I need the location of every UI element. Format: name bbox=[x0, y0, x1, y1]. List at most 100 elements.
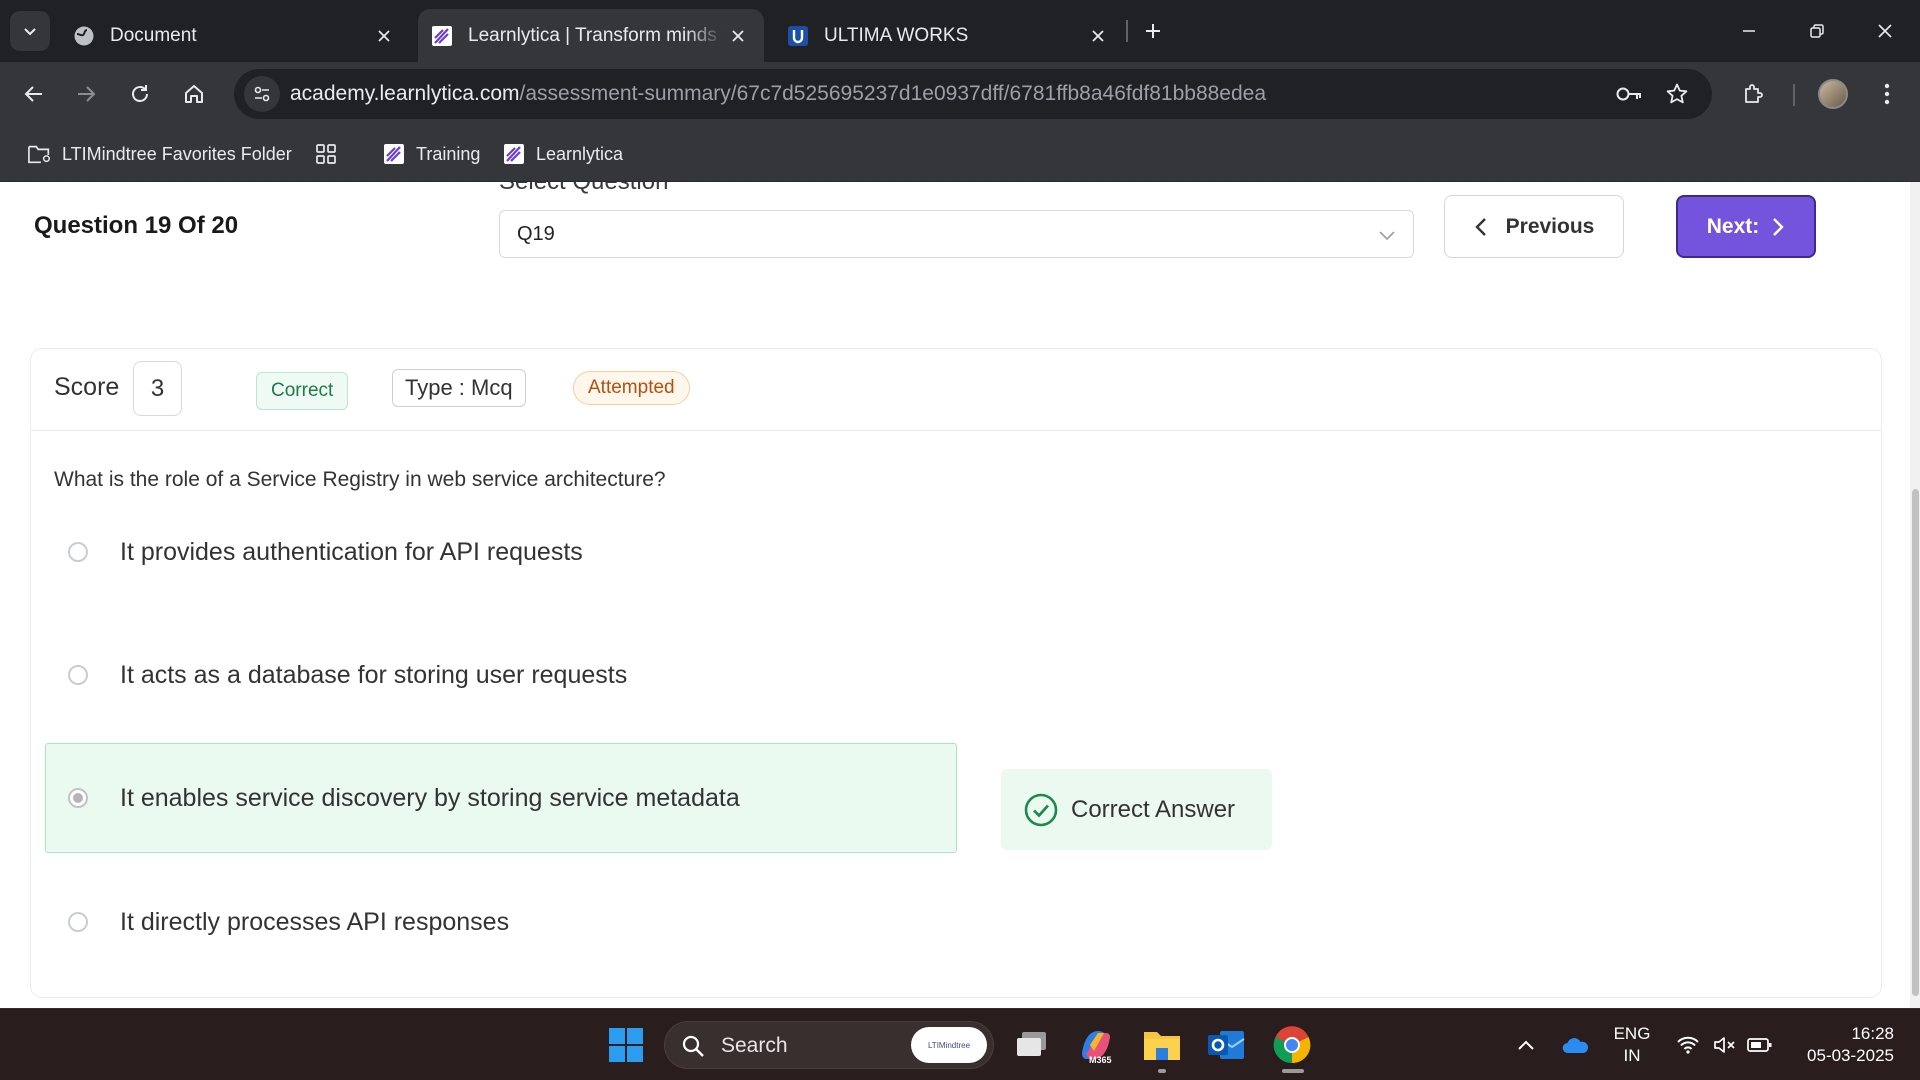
battery-status[interactable] bbox=[1744, 1009, 1776, 1080]
folder-icon bbox=[1144, 1032, 1180, 1060]
system-clock[interactable]: 16:28 05-03-2025 bbox=[1794, 1023, 1894, 1067]
active-app-indicator bbox=[1282, 1069, 1304, 1073]
close-tab-icon[interactable] bbox=[1084, 22, 1112, 50]
url-path: /assessment-summary/67c7d525695237d1e093… bbox=[519, 82, 1267, 105]
question-select-value: Q19 bbox=[517, 223, 555, 245]
restore-icon bbox=[1810, 24, 1824, 38]
file-explorer-button[interactable] bbox=[1138, 1021, 1186, 1069]
battery-icon bbox=[1747, 1038, 1772, 1052]
radio-button-selected[interactable] bbox=[68, 788, 88, 808]
bookmark-training[interactable]: Training bbox=[382, 138, 480, 170]
question-card: Score 3 Correct Type : Mcq Attempted Wha… bbox=[30, 348, 1882, 998]
score-label: Score bbox=[54, 373, 120, 401]
speaker-muted-icon bbox=[1714, 1037, 1735, 1053]
close-window-button[interactable] bbox=[1852, 0, 1918, 62]
answer-option[interactable]: It acts as a database for storing user r… bbox=[45, 620, 957, 730]
radio-button[interactable] bbox=[68, 912, 88, 932]
bookmark-label: Learnlytica bbox=[536, 143, 624, 164]
region-code: IN bbox=[1623, 1046, 1641, 1065]
bookmark-label: Training bbox=[416, 143, 481, 164]
close-icon bbox=[1878, 24, 1892, 38]
chrome-icon bbox=[1273, 1026, 1311, 1064]
browser-menu-button[interactable] bbox=[1867, 74, 1907, 114]
m365-app-button[interactable]: M365 bbox=[1072, 1021, 1120, 1069]
tab-strip: Document Learnlytica | Transform minds w… bbox=[0, 0, 1920, 62]
question-text: What is the role of a Service Registry i… bbox=[54, 468, 666, 491]
volume-status[interactable] bbox=[1708, 1009, 1740, 1080]
chevron-left-icon bbox=[1474, 217, 1486, 236]
previous-label: Previous bbox=[1505, 214, 1595, 238]
windows-logo-icon bbox=[609, 1028, 643, 1062]
bookmark-folder-ltimindtree[interactable]: LTIMindtree Favorites Folder bbox=[28, 138, 292, 170]
extensions-button[interactable] bbox=[1734, 74, 1774, 114]
wifi-icon bbox=[1677, 1036, 1699, 1054]
url-host: academy.learnlytica.com bbox=[290, 82, 520, 105]
onedrive-button[interactable] bbox=[1556, 1009, 1596, 1080]
taskbar-search[interactable]: Search LTIMindtree bbox=[664, 1021, 994, 1069]
answer-option[interactable]: It directly processes API responses bbox=[45, 867, 957, 977]
score-value: 3 bbox=[133, 361, 182, 416]
check-circle-icon bbox=[1024, 793, 1058, 826]
task-view-icon bbox=[1017, 1032, 1046, 1056]
bookmark-star-icon[interactable] bbox=[1660, 77, 1694, 111]
question-select[interactable]: Q19 bbox=[499, 210, 1414, 258]
arrow-left-icon bbox=[24, 86, 42, 102]
tab-search-button[interactable] bbox=[10, 11, 50, 51]
search-icon bbox=[682, 1035, 704, 1057]
option-text: It acts as a database for storing user r… bbox=[120, 660, 628, 689]
previous-button[interactable]: Previous bbox=[1444, 195, 1624, 258]
url-text: academy.learnlytica.com/assessment-summa… bbox=[290, 82, 1266, 106]
task-view-button[interactable] bbox=[1008, 1021, 1056, 1069]
next-label: Next: bbox=[1706, 214, 1760, 238]
new-tab-button[interactable] bbox=[1136, 14, 1170, 48]
restore-button[interactable] bbox=[1784, 0, 1850, 62]
more-vertical-icon bbox=[1884, 83, 1890, 105]
windows-taskbar: Search LTIMindtree M365 ENG IN 16:28 05-… bbox=[0, 1008, 1920, 1080]
apps-grid-icon bbox=[314, 142, 338, 166]
show-hidden-icons-button[interactable] bbox=[1508, 1009, 1544, 1080]
next-button[interactable]: Next: bbox=[1676, 195, 1816, 258]
minimize-icon bbox=[1743, 30, 1755, 32]
tab-document[interactable]: Document bbox=[60, 9, 410, 62]
apps-button[interactable] bbox=[314, 138, 348, 170]
arrow-right-icon bbox=[78, 86, 96, 102]
site-info-icon[interactable] bbox=[244, 76, 280, 112]
profile-button[interactable] bbox=[1813, 74, 1853, 114]
answer-option-selected[interactable]: It enables service discovery by storing … bbox=[45, 743, 957, 853]
input-language-button[interactable]: ENG IN bbox=[1612, 1023, 1652, 1067]
home-button[interactable] bbox=[174, 74, 214, 114]
tab-ultima-works[interactable]: ULTIMA WORKS bbox=[774, 9, 1124, 62]
reload-button[interactable] bbox=[120, 74, 160, 114]
ultima-logo-icon bbox=[786, 24, 810, 48]
chevron-right-icon bbox=[1773, 217, 1784, 236]
page-scrollbar[interactable] bbox=[1910, 182, 1920, 1008]
wifi-status[interactable] bbox=[1672, 1009, 1704, 1080]
chrome-button[interactable] bbox=[1268, 1021, 1316, 1069]
answer-option[interactable]: It provides authentication for API reque… bbox=[45, 497, 957, 607]
managed-folder-icon bbox=[28, 142, 52, 166]
option-text: It provides authentication for API reque… bbox=[120, 537, 583, 566]
bookmark-learnlytica[interactable]: Learnlytica bbox=[502, 138, 623, 170]
learnlytica-logo-icon bbox=[430, 24, 454, 48]
tab-title: Learnlytica | Transform minds w bbox=[468, 24, 724, 46]
radio-button[interactable] bbox=[68, 542, 88, 562]
radio-button[interactable] bbox=[68, 665, 88, 685]
address-bar[interactable]: academy.learnlytica.com/assessment-summa… bbox=[234, 69, 1712, 119]
chevron-up-icon bbox=[1518, 1040, 1534, 1050]
password-key-icon[interactable] bbox=[1612, 77, 1646, 111]
minimize-button[interactable] bbox=[1716, 0, 1782, 62]
chevron-down-icon bbox=[24, 28, 36, 36]
back-button[interactable] bbox=[14, 74, 54, 114]
m365-label: M365 bbox=[1089, 1055, 1112, 1065]
tab-learnlytica[interactable]: Learnlytica | Transform minds w bbox=[418, 9, 764, 62]
close-tab-icon[interactable] bbox=[370, 22, 398, 50]
language-code: ENG bbox=[1613, 1024, 1651, 1043]
scrollbar-thumb[interactable] bbox=[1912, 489, 1919, 996]
outlook-button[interactable] bbox=[1202, 1021, 1250, 1069]
forward-button[interactable] bbox=[66, 74, 106, 114]
question-counter: Question 19 Of 20 bbox=[34, 212, 239, 239]
tab-title: Document bbox=[110, 24, 197, 46]
close-tab-icon[interactable] bbox=[724, 22, 752, 50]
bookmark-label: LTIMindtree Favorites Folder bbox=[62, 143, 292, 164]
start-button[interactable] bbox=[602, 1021, 650, 1069]
